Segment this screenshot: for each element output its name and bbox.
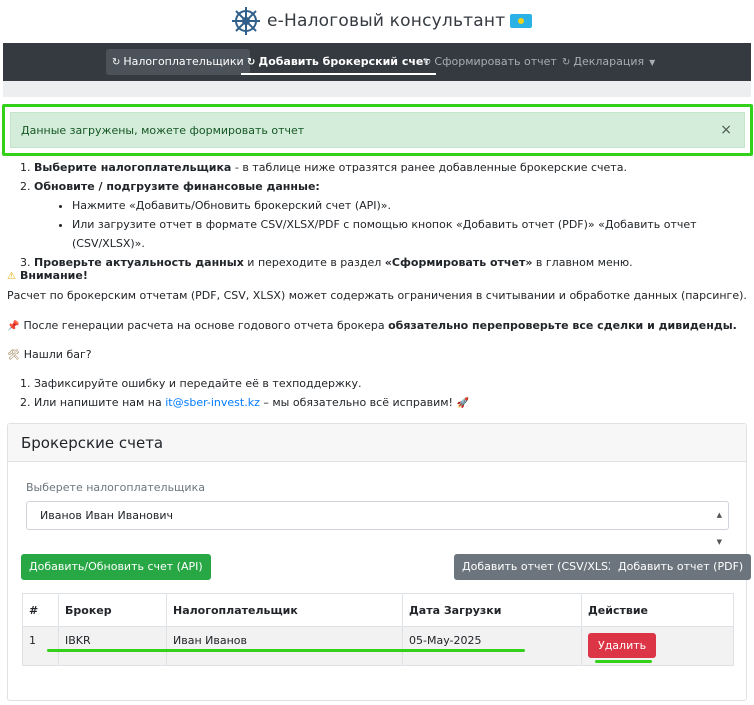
select-value: Иванов Иван Иванович [40,509,173,522]
col-action: Действие [581,593,734,627]
nav-declaration[interactable]: ↻ Декларация ▼ [556,49,661,75]
table-header-row: # Брокер Налогоплательщик Дата Загрузки … [22,593,734,627]
cell-number: 1 [22,626,59,666]
warning-title: Внимание! [19,269,88,282]
delete-button[interactable]: Удалить [588,633,657,658]
broker-accounts-table: # Брокер Налогоплательщик Дата Загрузки … [22,593,734,666]
add-update-api-button[interactable]: Добавить/Обновить счет (API) [21,554,211,580]
warning-icon: ⚠ [7,271,16,282]
header: e-Налоговый консультант [0,0,754,43]
header-divider [3,81,751,97]
col-number: # [22,593,59,627]
navbar: ↻ Налогоплательщики ↻ Добавить брокерский … [3,43,751,81]
row-highlight-underline [47,649,525,652]
nav-taxpayers[interactable]: ↻ Налогоплательщики [106,49,250,75]
refresh-icon: ↻ [562,57,571,68]
delete-highlight-underline [595,660,652,663]
brand[interactable]: e-Налоговый консультант [231,6,533,36]
steps-list: Выберите налогоплательщика - в таблице н… [7,158,747,272]
refresh-icon: ↻ [112,57,121,68]
rocket-icon: 🚀 [456,398,469,409]
refresh-icon: ↻ [423,57,432,68]
warning-block: ⚠ Внимание! Расчет по брокерским отчетам … [7,266,747,305]
app-title: e-Налоговый консультант [267,11,506,31]
col-broker: Брокер [58,593,167,627]
cell-date: 05-May-2025 [402,626,582,666]
pin-note: 📌 После генерации расчета на основе годов… [7,316,737,336]
success-alert-highlight: Данные загружены, можете формировать отч… [2,104,753,156]
taxpayer-select[interactable]: Иванов Иван Иванович ▲ ▼ [26,501,729,546]
warning-text: Расчет по брокерским отчетам (PDF, CSV, … [7,289,747,302]
bug-step-2: Или напишите нам на it@sber-invest.kz – … [34,393,473,413]
select-arrows-icon: ▲ ▼ [716,511,722,546]
tools-icon: 🛠 [7,350,20,361]
add-report-csv-button[interactable]: Добавить отчет (CSV/XLSX) [454,554,628,580]
nav-generate-report[interactable]: ↻ Сформировать отчет [417,49,563,75]
caret-down-icon: ▼ [649,58,656,67]
success-alert: Данные загружены, можете формировать отч… [10,112,745,148]
select-taxpayer-label: Выберете налогоплательщика [26,481,205,494]
cell-taxpayer: Иван Иванов [166,626,403,666]
alert-text: Данные загружены, можете формировать отч… [21,123,305,137]
refresh-icon: ↻ [247,57,256,68]
ship-wheel-logo-icon [232,7,260,35]
close-icon[interactable]: × [720,122,732,138]
bug-title: 🛠 Нашли баг? [7,345,92,365]
step-upload-hint: Или загрузите отчет в формате CSV/XLSX/P… [72,215,747,253]
bug-steps-list: Зафиксируйте ошибку и передайте её в тех… [7,374,473,413]
step-api-hint: Нажмите «Добавить/Обновить брокерский сч… [72,196,747,215]
step-update-data: Обновите / подгрузите финансовые данные:… [34,177,747,253]
add-report-pdf-button[interactable]: Добавить отчет (PDF) [610,554,752,580]
support-email-link[interactable]: it@sber-invest.kz [165,396,260,409]
step-select-taxpayer: Выберите налогоплательщика - в таблице н… [34,158,747,177]
col-taxpayer: Налогоплательщик [166,593,403,627]
pushpin-icon: 📌 [7,321,20,332]
nav-add-broker-account[interactable]: ↻ Добавить брокерский счет [241,49,436,75]
card-title: Брокерские счета [8,424,746,462]
bug-step-1: Зафиксируйте ошибку и передайте её в тех… [34,374,473,393]
col-upload-date: Дата Загрузки [402,593,582,627]
kazakhstan-flag-icon [510,14,533,28]
cell-broker: IBKR [58,626,167,666]
